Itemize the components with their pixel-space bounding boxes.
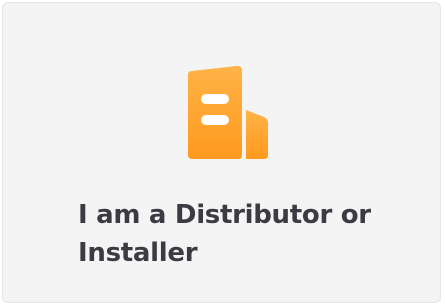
distributor-installer-option-card[interactable]: I am a Distributor or Installer: [2, 2, 441, 303]
option-title: I am a Distributor or Installer: [78, 200, 371, 268]
building-icon: [188, 65, 268, 159]
